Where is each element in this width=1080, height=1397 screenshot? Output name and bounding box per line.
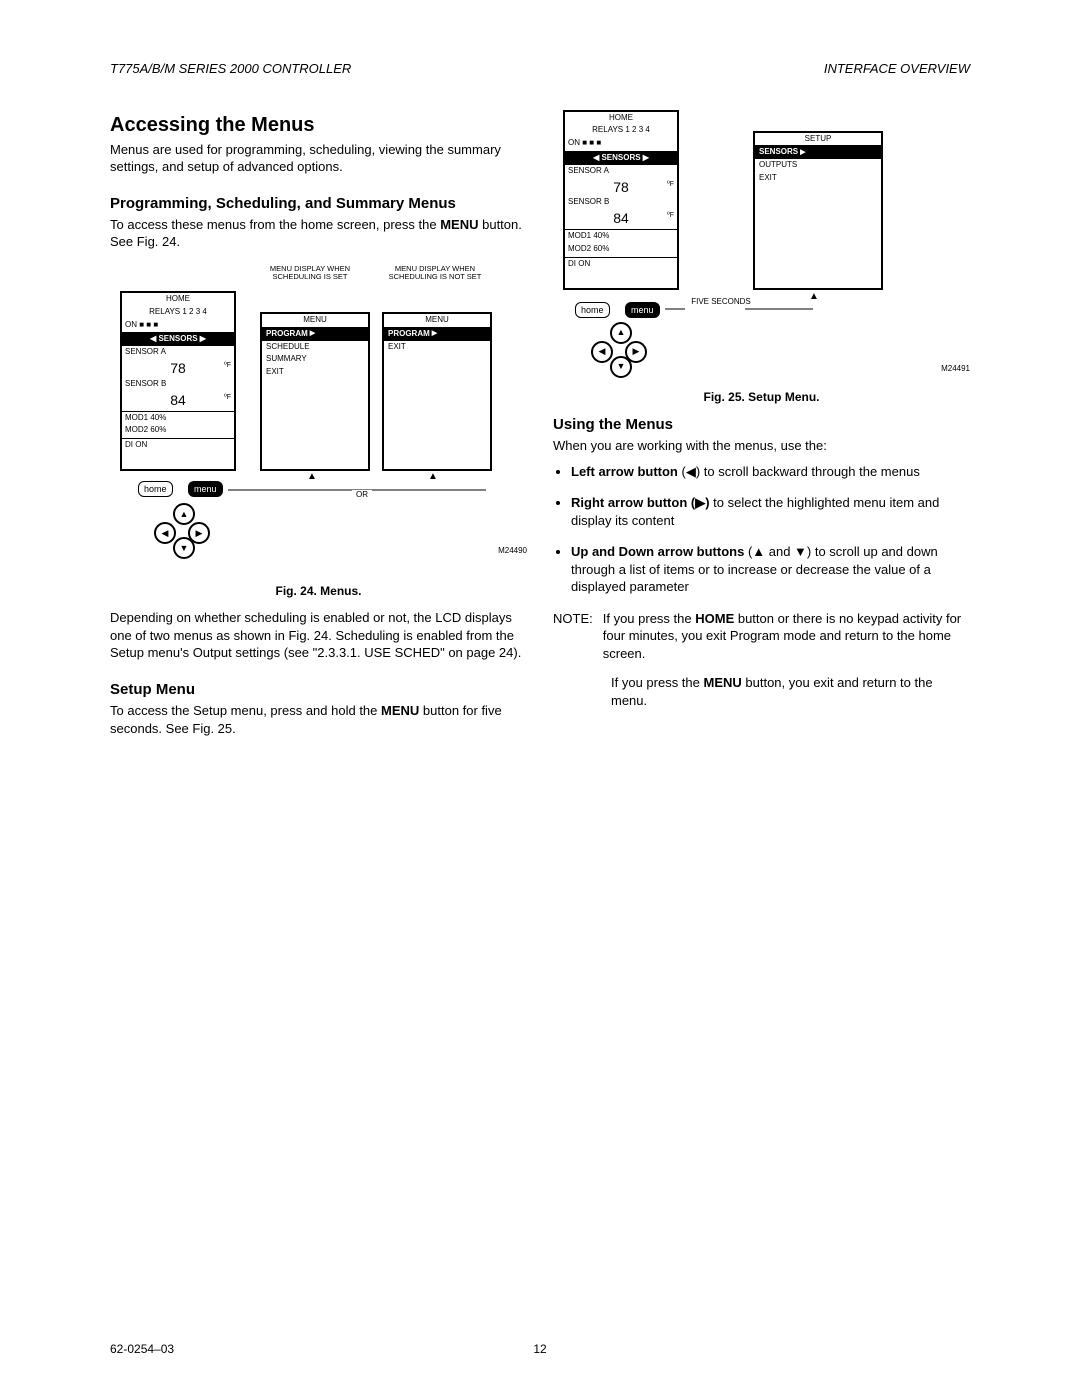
right-arrow-icon: ▶ <box>188 522 210 544</box>
fig25-caption: Fig. 25. Setup Menu. <box>553 389 970 405</box>
main-heading: Accessing the Menus <box>110 112 527 139</box>
fig24-label-right: MENU DISPLAY WHEN SCHEDULING IS NOT SET <box>380 265 490 282</box>
note-block: NOTE: If you press the HOME button or th… <box>553 610 970 663</box>
five-seconds-label: FIVE SECONDS <box>691 298 751 307</box>
figure-25: HOME RELAYS 1 2 3 4 ON ■ ■ ■ ◀ SENSORS ▶… <box>553 106 970 381</box>
setup-paragraph: To access the Setup menu, press and hold… <box>110 702 527 737</box>
figure-24: MENU DISPLAY WHEN SCHEDULING IS SET MENU… <box>110 265 527 575</box>
home-lcd: HOME RELAYS 1 2 3 4 ON ■ ■ ■ ◀ SENSORS ▶… <box>120 291 236 471</box>
fig24-label-left: MENU DISPLAY WHEN SCHEDULING IS SET <box>260 265 360 282</box>
setup-heading: Setup Menu <box>110 680 527 700</box>
note-body-2: If you press the MENU button, you exit a… <box>611 674 970 709</box>
dpad-icon: ▲ ▼ ◀ ▶ <box>154 503 210 559</box>
right-arrow-icon: ▶ <box>625 341 647 363</box>
home-button-tag-25: home <box>575 302 610 318</box>
doc-number: 62-0254–03 <box>110 1341 174 1357</box>
dpad-icon-25: ▲ ▼ ◀ ▶ <box>591 322 647 378</box>
menu-button-tag: menu <box>188 481 223 497</box>
header-left: T775A/B/M SERIES 2000 CONTROLLER <box>110 60 351 78</box>
fig24-code: M24490 <box>498 546 527 557</box>
setup-lcd: SETUP SENSORS▶ OUTPUTS EXIT <box>753 131 883 290</box>
left-arrow-icon: ◀ <box>591 341 613 363</box>
bullet-left-arrow: Left arrow button (◀) to scroll backward… <box>571 463 970 481</box>
up-arrow-icon: ▲ <box>173 503 195 525</box>
bullet-updown-arrow: Up and Down arrow buttons (▲ and ▼) to s… <box>571 543 970 596</box>
menu-lcd-schedset: MENU PROGRAM▶ SCHEDULE SUMMARY EXIT <box>260 312 370 471</box>
intro-paragraph: Menus are used for programming, scheduli… <box>110 141 527 176</box>
depending-paragraph: Depending on whether scheduling is enabl… <box>110 609 527 662</box>
menu-button-tag-25: menu <box>625 302 660 318</box>
menu-lcd-notset: MENU PROGRAM▶ EXIT <box>382 312 492 471</box>
programming-heading: Programming, Scheduling, and Summary Men… <box>110 194 527 214</box>
up-arrow-icon: ▲ <box>610 322 632 344</box>
page-header: T775A/B/M SERIES 2000 CONTROLLER INTERFA… <box>110 60 970 78</box>
header-right: INTERFACE OVERVIEW <box>824 60 970 78</box>
note-label: NOTE: <box>553 610 593 663</box>
or-label: OR <box>352 490 372 501</box>
page-footer: 62-0254–03 12 <box>110 1341 970 1357</box>
bullet-right-arrow: Right arrow button (▶) to select the hig… <box>571 494 970 529</box>
page-number: 12 <box>533 1341 546 1357</box>
using-intro: When you are working with the menus, use… <box>553 437 970 455</box>
bullet-list: Left arrow button (◀) to scroll backward… <box>553 463 970 596</box>
home-button-tag: home <box>138 481 173 497</box>
programming-paragraph: To access these menus from the home scre… <box>110 216 527 251</box>
left-arrow-icon: ◀ <box>154 522 176 544</box>
using-heading: Using the Menus <box>553 415 970 435</box>
fig24-caption: Fig. 24. Menus. <box>110 583 527 599</box>
note-body: If you press the HOME button or there is… <box>603 610 970 663</box>
home-lcd-25: HOME RELAYS 1 2 3 4 ON ■ ■ ■ ◀ SENSORS ▶… <box>563 110 679 290</box>
fig25-code: M24491 <box>941 364 970 375</box>
